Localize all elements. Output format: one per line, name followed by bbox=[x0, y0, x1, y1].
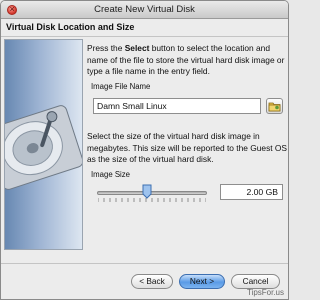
hard-disk-icon bbox=[5, 105, 82, 190]
location-description: Press the Select button to select the lo… bbox=[87, 43, 285, 76]
size-slider-thumb[interactable] bbox=[142, 184, 152, 199]
wizard-side-image bbox=[4, 39, 83, 250]
image-file-name-input[interactable]: Damn Small Linux bbox=[93, 98, 261, 114]
image-size-input[interactable]: 2.00 GB bbox=[220, 184, 283, 200]
page-title: Virtual Disk Location and Size bbox=[6, 22, 135, 32]
location-instructions: Press the Select button to select the lo… bbox=[87, 43, 287, 91]
image-file-name-label: Image File Name bbox=[91, 81, 151, 91]
watermark: TipsFor.us bbox=[246, 288, 284, 297]
image-size-label: Image Size bbox=[91, 169, 131, 179]
wizard-header: Virtual Disk Location and Size bbox=[1, 19, 288, 37]
folder-icon bbox=[268, 102, 281, 112]
title-bar: Create New Virtual Disk bbox=[1, 1, 288, 19]
select-file-button[interactable] bbox=[266, 98, 283, 114]
dialog-window: Create New Virtual Disk Virtual Disk Loc… bbox=[0, 0, 289, 300]
size-slider-ticks bbox=[98, 198, 206, 202]
cancel-button[interactable]: Cancel bbox=[231, 274, 280, 289]
size-description: Select the size of the virtual hard disk… bbox=[87, 131, 288, 164]
size-instructions: Select the size of the virtual hard disk… bbox=[87, 131, 287, 179]
image-size-row: 2.00 GB bbox=[87, 184, 285, 204]
size-slider-track[interactable] bbox=[97, 191, 207, 195]
back-button[interactable]: < Back bbox=[131, 274, 173, 289]
window-title: Create New Virtual Disk bbox=[94, 4, 195, 15]
button-separator bbox=[1, 263, 288, 264]
next-button[interactable]: Next > bbox=[179, 274, 225, 289]
